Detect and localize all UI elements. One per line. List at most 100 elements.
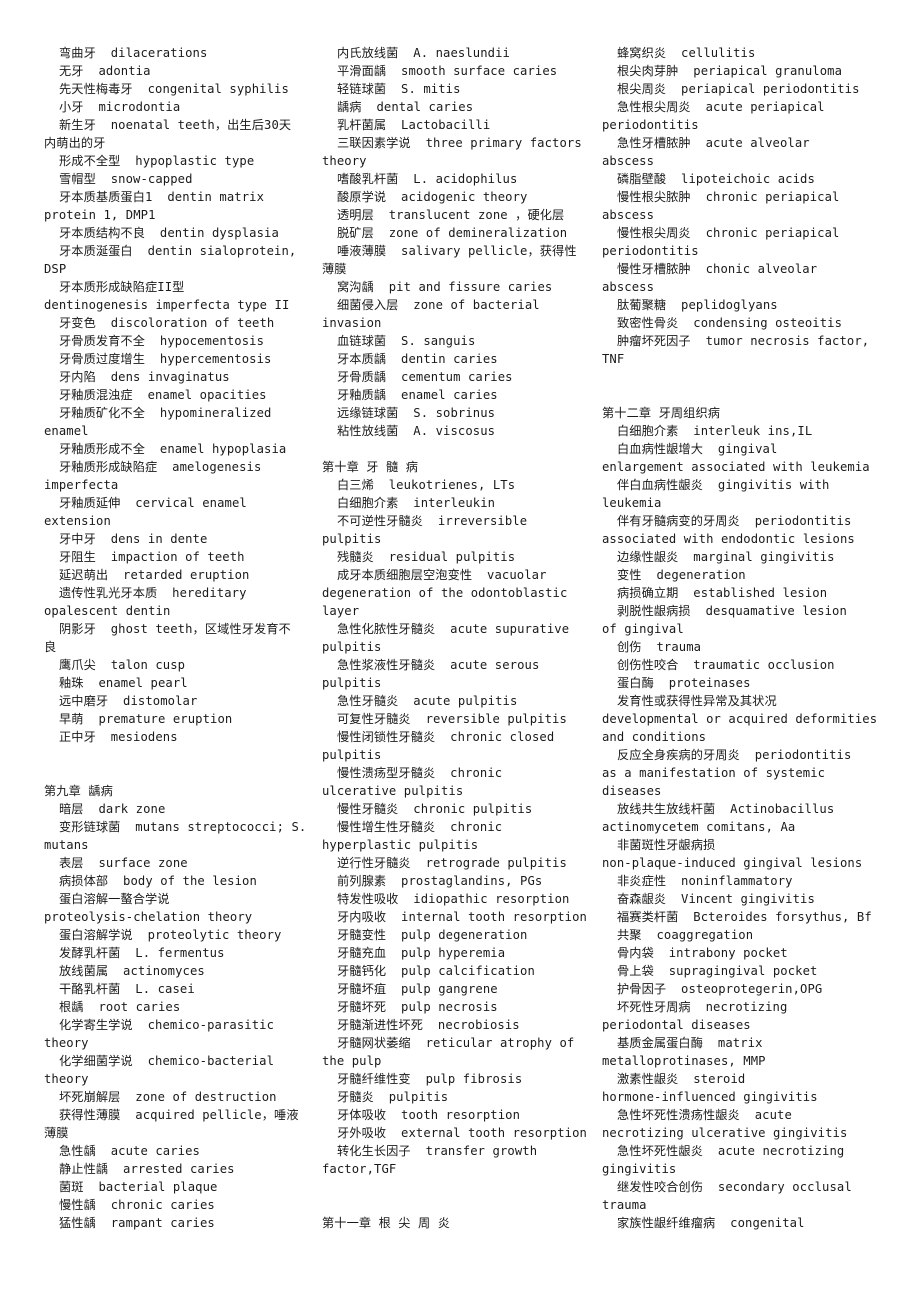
glossary-entry: 根尖肉芽肿 periapical granuloma [617, 64, 843, 78]
glossary-entry: 牙釉质延伸 cervical enamel [59, 496, 247, 510]
glossary-entry: 可复性牙髓炎 reversible pulpitis [337, 712, 567, 726]
glossary-entry: 无牙 adontia [59, 64, 151, 78]
glossary-entry: 牙骨质龋 cementum caries [337, 370, 513, 384]
glossary-entry: 静止性龋 arrested caries [59, 1162, 235, 1176]
glossary-entry: 牙中牙 dens in dente [59, 532, 208, 546]
glossary-entry: 非炎症性 noninflammatory [617, 874, 793, 888]
glossary-entry: 护骨因子 osteoprotegerin,OPG [617, 982, 823, 996]
glossary-entry: 激素性龈炎 steroid [617, 1072, 746, 1086]
glossary-entry-continuation: imperfecta [44, 478, 119, 492]
glossary-entry: 坏死崩解层 zone of destruction [59, 1090, 277, 1104]
glossary-entry: 根龋 root caries [59, 1000, 181, 1014]
glossary-entry: 慢性根尖脓肿 chronic periapical [617, 190, 840, 204]
glossary-entry: 远中磨牙 distomolar [59, 694, 198, 708]
glossary-entry: 剥脱性龈病损 desquamative lesion [617, 604, 847, 618]
glossary-entry: 牙本质形成缺陷症II型 [59, 280, 185, 294]
glossary-entry: 延迟萌出 retarded eruption [59, 568, 250, 582]
glossary-entry: 表层 surface zone [59, 856, 188, 870]
glossary-entry-continuation: abscess [602, 208, 655, 222]
glossary-entry: 乳杆菌属 Lactobacilli [337, 118, 491, 132]
glossary-entry: 嗜酸乳杆菌 L. acidophilus [337, 172, 518, 186]
glossary-entry: 骨上袋 supragingival pocket [617, 964, 818, 978]
glossary-entry: 牙髓网状萎缩 reticular atrophy of [337, 1036, 575, 1050]
glossary-entry: 脱矿层 zone of demineralization [337, 226, 568, 240]
chapter-heading: 第十章 牙 髓 病 [322, 460, 419, 474]
glossary-entry: 急性牙槽脓肿 acute alveolar [617, 136, 810, 150]
glossary-entry: 获得性薄膜 acquired pellicle，唾液 [59, 1108, 299, 1122]
glossary-entry-continuation: DSP [44, 262, 67, 276]
glossary-entry-continuation: and conditions [602, 730, 707, 744]
glossary-entry: 釉珠 enamel pearl [59, 676, 188, 690]
glossary-entry-continuation: 薄膜 [322, 262, 347, 276]
glossary-entry: 前列腺素 prostaglandins, PGs [337, 874, 543, 888]
glossary-entry: 牙釉质矿化不全 hypomineralized [59, 406, 272, 420]
glossary-entry-continuation: actinomycetem comitans, Aa [602, 820, 796, 834]
glossary-entry: 三联因素学说 three primary factors [337, 136, 582, 150]
glossary-entry: 白细胞介素 interleuk ins,IL [617, 424, 813, 438]
glossary-entry: 家族性龈纤维瘤病 congenital [617, 1216, 805, 1230]
glossary-entry: 酸原学说 acidogenic theory [337, 190, 528, 204]
glossary-entry: 逆行性牙髓炎 retrograde pulpitis [337, 856, 567, 870]
glossary-entry: 化学细菌学说 chemico-bacterial [59, 1054, 275, 1068]
glossary-column-1: 弯曲牙 dilacerations 无牙 adontia 先天性梅毒牙 congen… [44, 44, 314, 1232]
glossary-entry-continuation: mutans [44, 838, 89, 852]
glossary-entry: 猛性龋 rampant caries [59, 1216, 215, 1230]
glossary-entry: 牙本质基质蛋白1 dentin matrix [59, 190, 265, 204]
glossary-entry: 继发性咬合创伤 secondary occlusal [617, 1180, 852, 1194]
glossary-entry: 坏死性牙周病 necrotizing [617, 1000, 788, 1014]
glossary-entry-continuation: hyperplastic pulpitis [322, 838, 479, 852]
glossary-entry: 牙外吸收 external tooth resorption [337, 1126, 587, 1140]
glossary-entry: 雪帽型 snow-capped [59, 172, 193, 186]
glossary-entry-continuation: extension [44, 514, 111, 528]
glossary-entry: 伴有牙髓病变的牙周炎 periodontitis [617, 514, 852, 528]
glossary-entry-continuation: enlargement associated with leukemia [602, 460, 870, 474]
glossary-entry: 骨内袋 intrabony pocket [617, 946, 788, 960]
glossary-entry: 牙体吸收 tooth resorption [337, 1108, 521, 1122]
glossary-entry-continuation: the pulp [322, 1054, 382, 1068]
glossary-entry-continuation: developmental or acquired deformities [602, 712, 878, 726]
glossary-entry: 边缘性龈炎 marginal gingivitis [617, 550, 835, 564]
glossary-entry: 变性 degeneration [617, 568, 746, 582]
glossary-entry: 远缘链球菌 S. sobrinus [337, 406, 496, 420]
glossary-column-2: 内氏放线菌 A. naeslundii 平滑面龋 smooth surface c… [322, 44, 592, 1232]
glossary-entry-continuation: 良 [44, 640, 57, 654]
glossary-entry-continuation: pulpitis [322, 640, 382, 654]
glossary-entry: 牙髓炎 pulpitis [337, 1090, 449, 1104]
glossary-entry: 成牙本质细胞层空泡变性 vacuolar [337, 568, 547, 582]
glossary-entry: 牙骨质发育不全 hypocementosis [59, 334, 265, 348]
glossary-entry: 牙髓纤维性变 pulp fibrosis [337, 1072, 523, 1086]
glossary-entry-continuation: factor,TGF [322, 1162, 397, 1176]
glossary-entry: 慢性溃疡型牙髓炎 chronic [337, 766, 503, 780]
glossary-entry: 牙釉质形成不全 enamel hypoplasia [59, 442, 287, 456]
glossary-entry: 转化生长因子 transfer growth [337, 1144, 538, 1158]
glossary-entry: 致密性骨炎 condensing osteoitis [617, 316, 843, 330]
glossary-entry: 干酪乳杆菌 L. casei [59, 982, 195, 996]
glossary-entry-continuation: dentinogenesis imperfecta type II [44, 298, 290, 312]
glossary-entry-continuation: protein 1, DMP1 [44, 208, 156, 222]
glossary-entry: 早萌 premature eruption [59, 712, 233, 726]
glossary-entry: 急性化脓性牙髓炎 acute supurative [337, 622, 570, 636]
glossary-entry-continuation: pulpitis [322, 676, 382, 690]
glossary-entry-continuation: leukemia [602, 496, 662, 510]
glossary-entry: 牙阻生 impaction of teeth [59, 550, 245, 564]
glossary-entry-continuation: pulpitis [322, 532, 382, 546]
glossary-entry-continuation: associated with endodontic lesions [602, 532, 855, 546]
glossary-entry: 急性根尖周炎 acute periapical [617, 100, 825, 114]
glossary-entry: 急性牙髓炎 acute pulpitis [337, 694, 518, 708]
glossary-entry: 血链球菌 S. sanguis [337, 334, 476, 348]
glossary-entry: 牙髓充血 pulp hyperemia [337, 946, 506, 960]
glossary-entry: 牙内吸收 internal tooth resorption [337, 910, 587, 924]
glossary-entry: 正中牙 mesiodens [59, 730, 178, 744]
glossary-entry: 反应全身疾病的牙周炎 periodontitis [617, 748, 852, 762]
glossary-entry: 发酵乳杆菌 L. fermentus [59, 946, 225, 960]
glossary-entry: 新生牙 noenatal teeth，出生后30天 [59, 118, 292, 132]
glossary-entry-continuation: necrotizing ulcerative gingivitis [602, 1126, 848, 1140]
glossary-entry: 急性坏死性龈炎 acute necrotizing [617, 1144, 845, 1158]
glossary-entry: 化学寄生学说 chemico-parasitic [59, 1018, 275, 1032]
glossary-entry: 基质金属蛋白酶 matrix [617, 1036, 763, 1050]
glossary-entry-continuation: invasion [322, 316, 382, 330]
glossary-entry-continuation: 内萌出的牙 [44, 136, 106, 150]
glossary-entry: 牙髓坏死 pulp necrosis [337, 1000, 498, 1014]
